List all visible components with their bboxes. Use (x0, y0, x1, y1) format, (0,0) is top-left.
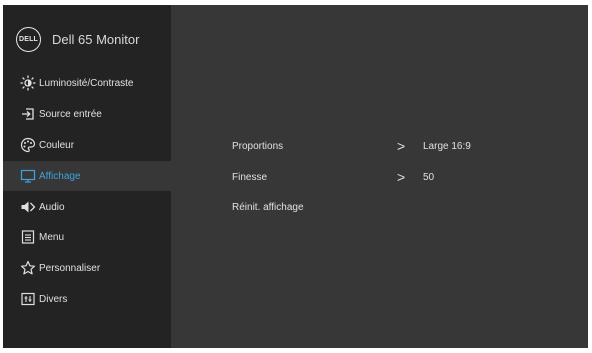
sidebar-item-label: Personnaliser (39, 262, 101, 274)
brand-header: DELL Dell 65 Monitor (16, 25, 139, 53)
menu-icon (19, 228, 37, 246)
sidebar: DELL Dell 65 Monitor Luminosité/Contrast… (3, 5, 171, 348)
sidebar-item-input-source[interactable]: Source entrée (3, 99, 171, 129)
setting-row-reset-display[interactable]: Réinit. affichage (232, 198, 572, 216)
star-icon (19, 259, 37, 277)
display-icon (19, 167, 37, 185)
chevron-right-icon: > (397, 169, 406, 185)
palette-icon (19, 136, 37, 154)
sidebar-item-label: Audio (39, 201, 65, 213)
sidebar-item-label: Divers (39, 293, 68, 305)
sidebar-item-audio[interactable]: Audio (3, 192, 171, 222)
sidebar-item-label: Menu (39, 231, 65, 243)
sidebar-item-label: Source entrée (39, 108, 102, 120)
sidebar-item-brightness-contrast[interactable]: Luminosité/Contraste (3, 68, 171, 98)
sidebar-item-color[interactable]: Couleur (3, 130, 171, 160)
dell-logo: DELL (16, 26, 41, 52)
setting-row-proportions[interactable]: Proportions > Large 16:9 (232, 137, 572, 155)
chevron-right-icon: > (397, 138, 406, 154)
setting-row-sharpness[interactable]: Finesse > 50 (232, 168, 572, 186)
sidebar-item-menu[interactable]: Menu (3, 222, 171, 252)
brightness-icon (19, 74, 37, 92)
monitor-title: Dell 65 Monitor (52, 31, 140, 47)
setting-label: Finesse (232, 171, 268, 183)
setting-label: Proportions (232, 140, 284, 152)
speaker-icon (19, 198, 37, 216)
sidebar-item-label: Affichage (39, 170, 81, 182)
setting-value: 50 (423, 171, 435, 183)
other-settings-icon (19, 290, 37, 308)
setting-value: Large 16:9 (423, 140, 471, 152)
monitor-osd-window: DELL Dell 65 Monitor Luminosité/Contrast… (3, 5, 588, 348)
sidebar-item-display[interactable]: Affichage (3, 161, 171, 191)
sidebar-item-others[interactable]: Divers (3, 284, 171, 314)
sidebar-item-personalize[interactable]: Personnaliser (3, 253, 171, 283)
setting-label: Réinit. affichage (232, 201, 304, 213)
sidebar-item-label: Couleur (39, 139, 75, 151)
input-source-icon (19, 105, 37, 123)
sidebar-item-label: Luminosité/Contraste (39, 77, 134, 89)
